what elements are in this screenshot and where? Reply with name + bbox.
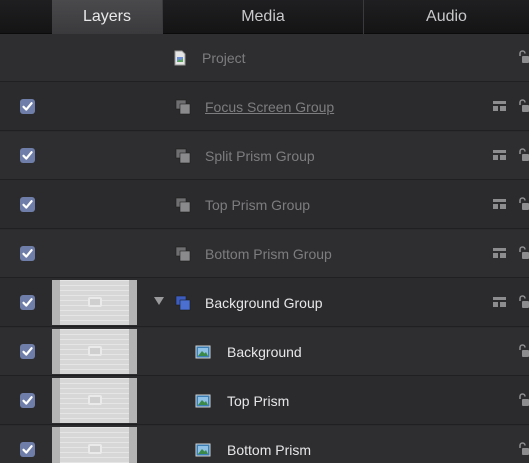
- tab-media[interactable]: Media: [163, 0, 363, 34]
- layer-row[interactable]: Focus Screen Group: [0, 83, 529, 131]
- visibility-checkbox[interactable]: [20, 197, 35, 212]
- group-icon-active: [175, 295, 191, 311]
- visibility-checkbox[interactable]: [20, 344, 35, 359]
- group-options-icon[interactable]: [493, 149, 507, 161]
- layer-row[interactable]: Split Prism Group: [0, 132, 529, 180]
- visibility-checkbox[interactable]: [20, 442, 35, 457]
- checkmark-icon: [22, 396, 33, 405]
- layer-name: Background Group: [205, 295, 323, 311]
- lock-icon[interactable]: [517, 50, 529, 64]
- thumbnail-placeholder-icon: [88, 346, 102, 356]
- project-file-icon: [172, 50, 188, 66]
- group-icon: [175, 246, 191, 262]
- thumbnail-placeholder-icon: [88, 297, 102, 307]
- image-layer-icon: [195, 442, 211, 458]
- group-icon: [175, 148, 191, 164]
- layer-thumbnail: [52, 280, 137, 325]
- layer-row[interactable]: Project: [0, 34, 529, 82]
- group-options-icon[interactable]: [493, 198, 507, 210]
- layer-name: Split Prism Group: [205, 148, 315, 164]
- lock-icon[interactable]: [517, 148, 529, 162]
- thumbnail-placeholder-icon: [88, 444, 102, 454]
- layer-name: Background: [227, 344, 302, 360]
- image-layer-icon: [195, 393, 211, 409]
- group-options-icon[interactable]: [493, 247, 507, 259]
- group-options-icon[interactable]: [493, 296, 507, 308]
- layer-row[interactable]: Top Prism Group: [0, 181, 529, 229]
- visibility-checkbox[interactable]: [20, 99, 35, 114]
- lock-icon[interactable]: [517, 197, 529, 211]
- disclosure-triangle-icon[interactable]: [154, 297, 164, 305]
- lock-icon[interactable]: [517, 99, 529, 113]
- visibility-checkbox[interactable]: [20, 393, 35, 408]
- group-icon: [175, 99, 191, 115]
- lock-icon[interactable]: [517, 295, 529, 309]
- lock-icon[interactable]: [517, 393, 529, 407]
- layer-name: Project: [202, 50, 246, 66]
- layer-name: Bottom Prism Group: [205, 246, 332, 262]
- layer-name: Top Prism: [227, 393, 290, 409]
- checkmark-icon: [22, 445, 33, 454]
- tab-bar: Layers Media Audio: [0, 0, 529, 34]
- tab-audio[interactable]: Audio: [364, 0, 529, 34]
- layer-row[interactable]: Bottom Prism: [0, 426, 529, 463]
- layer-row[interactable]: Background Group: [0, 279, 529, 327]
- group-options-icon[interactable]: [493, 100, 507, 112]
- visibility-checkbox[interactable]: [20, 295, 35, 310]
- layer-row[interactable]: Top Prism: [0, 377, 529, 425]
- checkmark-icon: [22, 249, 33, 258]
- layer-name: Focus Screen Group: [205, 99, 335, 115]
- group-icon: [175, 197, 191, 213]
- layer-name: Top Prism Group: [205, 197, 311, 213]
- visibility-checkbox[interactable]: [20, 246, 35, 261]
- thumbnail-placeholder-icon: [88, 395, 102, 405]
- layer-row[interactable]: Bottom Prism Group: [0, 230, 529, 278]
- tab-layers[interactable]: Layers: [52, 0, 162, 34]
- layer-thumbnail: [52, 427, 137, 463]
- layer-row[interactable]: Background: [0, 328, 529, 376]
- checkmark-icon: [22, 347, 33, 356]
- layer-name: Bottom Prism: [227, 442, 312, 458]
- lock-icon[interactable]: [517, 344, 529, 358]
- checkmark-icon: [22, 298, 33, 307]
- checkmark-icon: [22, 151, 33, 160]
- image-layer-icon: [195, 344, 211, 360]
- lock-icon[interactable]: [517, 246, 529, 260]
- layer-thumbnail: [52, 378, 137, 423]
- lock-icon[interactable]: [517, 442, 529, 456]
- checkmark-icon: [22, 102, 33, 111]
- visibility-checkbox[interactable]: [20, 148, 35, 163]
- layer-thumbnail: [52, 329, 137, 374]
- checkmark-icon: [22, 200, 33, 209]
